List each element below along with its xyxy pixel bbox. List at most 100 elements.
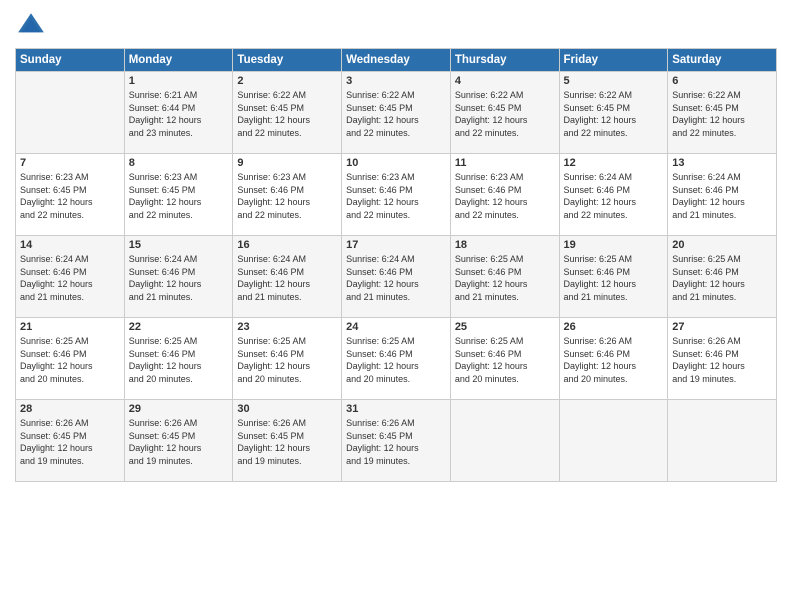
day-header-saturday: Saturday: [668, 49, 777, 72]
calendar-cell: 12 Sunrise: 6:24 AM Sunset: 6:46 PM Dayli…: [559, 154, 668, 236]
calendar-cell: 8 Sunrise: 6:23 AM Sunset: 6:45 PM Daylig…: [124, 154, 233, 236]
calendar-cell: 7 Sunrise: 6:23 AM Sunset: 6:45 PM Daylig…: [16, 154, 125, 236]
day-header-friday: Friday: [559, 49, 668, 72]
day-header-tuesday: Tuesday: [233, 49, 342, 72]
day-number: 8: [129, 157, 229, 169]
day-number: 24: [346, 321, 446, 333]
day-info: Sunrise: 6:24 AM Sunset: 6:46 PM Dayligh…: [672, 171, 772, 221]
calendar-cell: 29 Sunrise: 6:26 AM Sunset: 6:45 PM Dayli…: [124, 400, 233, 482]
day-number: 7: [20, 157, 120, 169]
header-row: SundayMondayTuesdayWednesdayThursdayFrid…: [16, 49, 777, 72]
week-row: 21 Sunrise: 6:25 AM Sunset: 6:46 PM Dayli…: [16, 318, 777, 400]
day-number: 21: [20, 321, 120, 333]
day-info: Sunrise: 6:24 AM Sunset: 6:46 PM Dayligh…: [129, 253, 229, 303]
day-info: Sunrise: 6:25 AM Sunset: 6:46 PM Dayligh…: [672, 253, 772, 303]
day-number: 14: [20, 239, 120, 251]
page: SundayMondayTuesdayWednesdayThursdayFrid…: [0, 0, 792, 612]
day-number: 13: [672, 157, 772, 169]
day-header-sunday: Sunday: [16, 49, 125, 72]
calendar-cell: 13 Sunrise: 6:24 AM Sunset: 6:46 PM Dayli…: [668, 154, 777, 236]
calendar-cell: 22Sunrise: 6:25 AM Sunset: 6:46 PM Dayli…: [124, 318, 233, 400]
calendar-cell: 31 Sunrise: 6:26 AM Sunset: 6:45 PM Dayli…: [342, 400, 451, 482]
day-number: 30: [237, 403, 337, 415]
day-info: Sunrise: 6:24 AM Sunset: 6:46 PM Dayligh…: [237, 253, 337, 303]
calendar-cell: 3 Sunrise: 6:22 AM Sunset: 6:45 PM Daylig…: [342, 72, 451, 154]
calendar-cell: 17Sunrise: 6:24 AM Sunset: 6:46 PM Dayli…: [342, 236, 451, 318]
day-number: 12: [564, 157, 664, 169]
calendar-cell: 5 Sunrise: 6:22 AM Sunset: 6:45 PM Daylig…: [559, 72, 668, 154]
day-info: Sunrise: 6:24 AM Sunset: 6:46 PM Dayligh…: [20, 253, 120, 303]
day-info: Sunrise: 6:21 AM Sunset: 6:44 PM Dayligh…: [129, 89, 229, 139]
day-header-wednesday: Wednesday: [342, 49, 451, 72]
day-header-thursday: Thursday: [450, 49, 559, 72]
day-info: Sunrise: 6:26 AM Sunset: 6:46 PM Dayligh…: [564, 335, 664, 385]
calendar-cell: [668, 400, 777, 482]
calendar-cell: 30 Sunrise: 6:26 AM Sunset: 6:45 PM Dayli…: [233, 400, 342, 482]
calendar-cell: 15 Sunrise: 6:24 AM Sunset: 6:46 PM Dayli…: [124, 236, 233, 318]
day-number: 11: [455, 157, 555, 169]
day-number: 2: [237, 75, 337, 87]
day-info: Sunrise: 6:23 AM Sunset: 6:45 PM Dayligh…: [129, 171, 229, 221]
day-info: Sunrise: 6:25 AM Sunset: 6:46 PM Dayligh…: [20, 335, 120, 385]
logo: [15, 10, 51, 42]
day-number: 10: [346, 157, 446, 169]
day-info: Sunrise: 6:22 AM Sunset: 6:45 PM Dayligh…: [564, 89, 664, 139]
calendar-cell: 19Sunrise: 6:25 AM Sunset: 6:46 PM Dayli…: [559, 236, 668, 318]
day-info: Sunrise: 6:23 AM Sunset: 6:46 PM Dayligh…: [455, 171, 555, 221]
week-row: 1 Sunrise: 6:21 AM Sunset: 6:44 PM Daylig…: [16, 72, 777, 154]
day-number: 15: [129, 239, 229, 251]
day-number: 17: [346, 239, 446, 251]
day-info: Sunrise: 6:25 AM Sunset: 6:46 PM Dayligh…: [346, 335, 446, 385]
day-info: Sunrise: 6:25 AM Sunset: 6:46 PM Dayligh…: [455, 253, 555, 303]
day-info: Sunrise: 6:25 AM Sunset: 6:46 PM Dayligh…: [455, 335, 555, 385]
day-number: 23: [237, 321, 337, 333]
day-info: Sunrise: 6:22 AM Sunset: 6:45 PM Dayligh…: [346, 89, 446, 139]
day-info: Sunrise: 6:25 AM Sunset: 6:46 PM Dayligh…: [564, 253, 664, 303]
day-number: 25: [455, 321, 555, 333]
day-info: Sunrise: 6:26 AM Sunset: 6:46 PM Dayligh…: [672, 335, 772, 385]
calendar-cell: 14 Sunrise: 6:24 AM Sunset: 6:46 PM Dayli…: [16, 236, 125, 318]
day-info: Sunrise: 6:26 AM Sunset: 6:45 PM Dayligh…: [346, 417, 446, 467]
day-info: Sunrise: 6:26 AM Sunset: 6:45 PM Dayligh…: [129, 417, 229, 467]
day-info: Sunrise: 6:22 AM Sunset: 6:45 PM Dayligh…: [672, 89, 772, 139]
day-number: 20: [672, 239, 772, 251]
day-header-monday: Monday: [124, 49, 233, 72]
calendar-cell: 27Sunrise: 6:26 AM Sunset: 6:46 PM Dayli…: [668, 318, 777, 400]
day-info: Sunrise: 6:22 AM Sunset: 6:45 PM Dayligh…: [455, 89, 555, 139]
calendar-cell: [559, 400, 668, 482]
week-row: 28Sunrise: 6:26 AM Sunset: 6:45 PM Dayli…: [16, 400, 777, 482]
day-number: 18: [455, 239, 555, 251]
day-info: Sunrise: 6:26 AM Sunset: 6:45 PM Dayligh…: [20, 417, 120, 467]
calendar-cell: 23Sunrise: 6:25 AM Sunset: 6:46 PM Dayli…: [233, 318, 342, 400]
day-number: 26: [564, 321, 664, 333]
calendar-cell: 10 Sunrise: 6:23 AM Sunset: 6:46 PM Dayli…: [342, 154, 451, 236]
calendar-cell: 2Sunrise: 6:22 AM Sunset: 6:45 PM Daylig…: [233, 72, 342, 154]
calendar-table: SundayMondayTuesdayWednesdayThursdayFrid…: [15, 48, 777, 482]
day-number: 9: [237, 157, 337, 169]
day-info: Sunrise: 6:24 AM Sunset: 6:46 PM Dayligh…: [564, 171, 664, 221]
day-number: 31: [346, 403, 446, 415]
day-info: Sunrise: 6:26 AM Sunset: 6:45 PM Dayligh…: [237, 417, 337, 467]
day-info: Sunrise: 6:23 AM Sunset: 6:46 PM Dayligh…: [346, 171, 446, 221]
calendar-cell: [450, 400, 559, 482]
day-number: 5: [564, 75, 664, 87]
day-number: 4: [455, 75, 555, 87]
calendar-cell: 21 Sunrise: 6:25 AM Sunset: 6:46 PM Dayli…: [16, 318, 125, 400]
calendar-cell: 1 Sunrise: 6:21 AM Sunset: 6:44 PM Daylig…: [124, 72, 233, 154]
day-number: 16: [237, 239, 337, 251]
day-number: 1: [129, 75, 229, 87]
day-info: Sunrise: 6:23 AM Sunset: 6:46 PM Dayligh…: [237, 171, 337, 221]
calendar-cell: 16 Sunrise: 6:24 AM Sunset: 6:46 PM Dayli…: [233, 236, 342, 318]
day-number: 22: [129, 321, 229, 333]
day-number: 29: [129, 403, 229, 415]
calendar-cell: 24 Sunrise: 6:25 AM Sunset: 6:46 PM Dayli…: [342, 318, 451, 400]
calendar-cell: 20 Sunrise: 6:25 AM Sunset: 6:46 PM Dayli…: [668, 236, 777, 318]
calendar-cell: 26 Sunrise: 6:26 AM Sunset: 6:46 PM Dayli…: [559, 318, 668, 400]
week-row: 7 Sunrise: 6:23 AM Sunset: 6:45 PM Daylig…: [16, 154, 777, 236]
calendar-cell: [16, 72, 125, 154]
header: [15, 10, 777, 42]
day-number: 3: [346, 75, 446, 87]
day-info: Sunrise: 6:23 AM Sunset: 6:45 PM Dayligh…: [20, 171, 120, 221]
calendar-cell: 4 Sunrise: 6:22 AM Sunset: 6:45 PM Daylig…: [450, 72, 559, 154]
calendar-cell: 9 Sunrise: 6:23 AM Sunset: 6:46 PM Daylig…: [233, 154, 342, 236]
